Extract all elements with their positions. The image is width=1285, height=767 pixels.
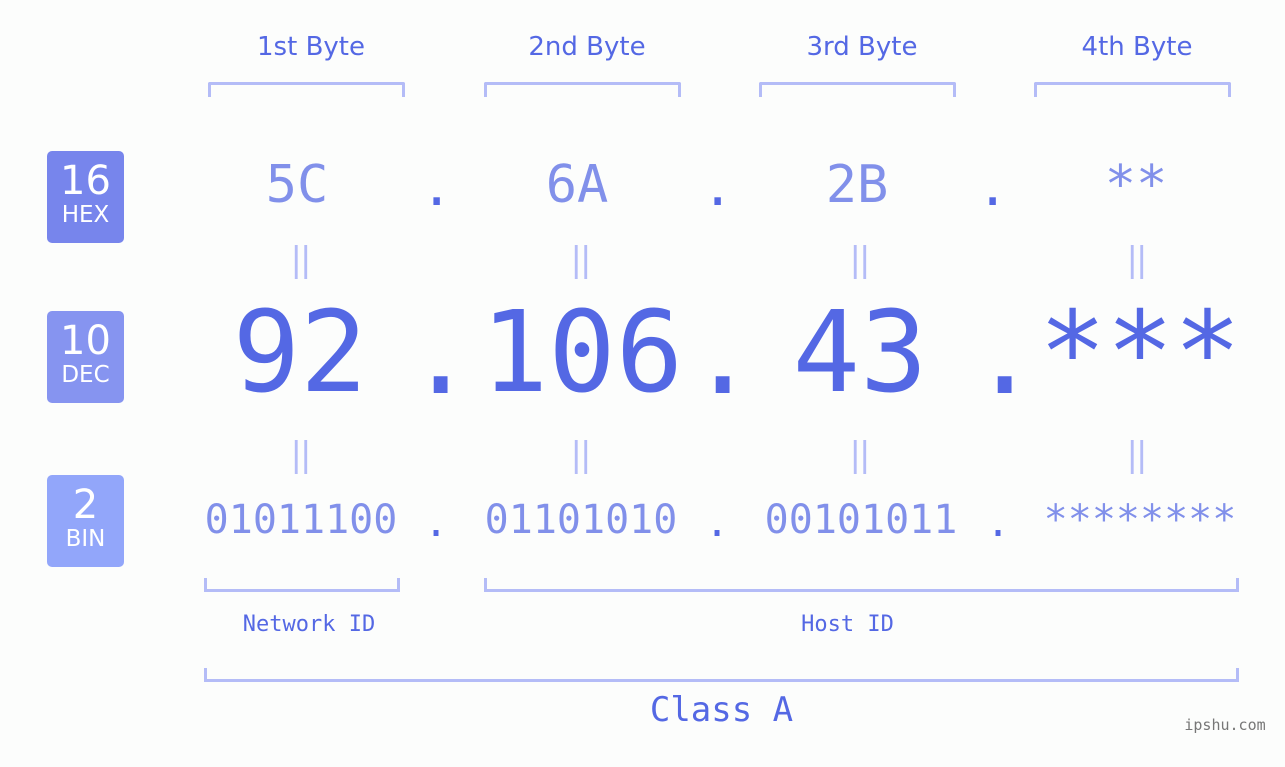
bin-badge-label: BIN — [65, 526, 106, 552]
hex-badge-label: HEX — [61, 202, 110, 228]
dec-badge-label: DEC — [61, 362, 110, 388]
hex-separator: . — [702, 158, 734, 218]
hex-byte-2: 6A — [545, 155, 609, 215]
equals-icon: || — [290, 240, 312, 280]
equals-icon: || — [849, 240, 871, 280]
bin-byte-3: 00101011 — [764, 497, 958, 543]
hex-byte-1: 5C — [265, 155, 329, 215]
network-id-label: Network ID — [242, 612, 376, 637]
hex-badge-number: 16 — [60, 158, 111, 204]
equals-icon: || — [1126, 240, 1148, 280]
class-bracket — [204, 668, 1239, 682]
hex-separator: . — [421, 158, 453, 218]
byte-header-1: 1st Byte — [257, 32, 365, 62]
bin-separator: . — [704, 500, 730, 546]
bin-byte-4: ******** — [1043, 497, 1237, 543]
dec-badge: 10 DEC — [47, 311, 124, 403]
byte-header-3: 3rd Byte — [806, 32, 918, 62]
equals-icon: || — [570, 435, 592, 475]
bin-byte-2: 01101010 — [484, 497, 678, 543]
dec-badge-number: 10 — [60, 318, 111, 364]
hex-byte-4: ** — [1104, 155, 1168, 215]
hex-byte-3: 2B — [825, 155, 889, 215]
watermark: ipshu.com — [1184, 716, 1266, 734]
hex-badge: 16 HEX — [47, 151, 124, 243]
bin-separator: . — [423, 500, 449, 546]
hex-separator: . — [977, 158, 1009, 218]
byte-bracket-3 — [759, 82, 956, 97]
dec-byte-1: 92 — [232, 288, 368, 418]
class-label: Class A — [649, 690, 794, 730]
dec-byte-4: *** — [1038, 288, 1242, 418]
byte-bracket-2 — [484, 82, 681, 97]
dec-byte-2: 106 — [480, 288, 684, 418]
bin-badge: 2 BIN — [47, 475, 124, 567]
host-id-bracket — [484, 578, 1239, 592]
equals-icon: || — [1126, 435, 1148, 475]
equals-icon: || — [570, 240, 592, 280]
equals-icon: || — [849, 435, 871, 475]
bin-byte-1: 01011100 — [204, 497, 398, 543]
network-id-bracket — [204, 578, 400, 592]
dec-byte-3: 43 — [792, 288, 928, 418]
byte-header-4: 4th Byte — [1081, 32, 1193, 62]
byte-header-2: 2nd Byte — [528, 32, 646, 62]
byte-bracket-1 — [208, 82, 405, 97]
equals-icon: || — [290, 435, 312, 475]
dec-separator: . — [407, 290, 475, 420]
host-id-label: Host ID — [801, 612, 894, 637]
bin-badge-number: 2 — [72, 482, 99, 528]
bin-separator: . — [985, 500, 1011, 546]
byte-bracket-4 — [1034, 82, 1231, 97]
